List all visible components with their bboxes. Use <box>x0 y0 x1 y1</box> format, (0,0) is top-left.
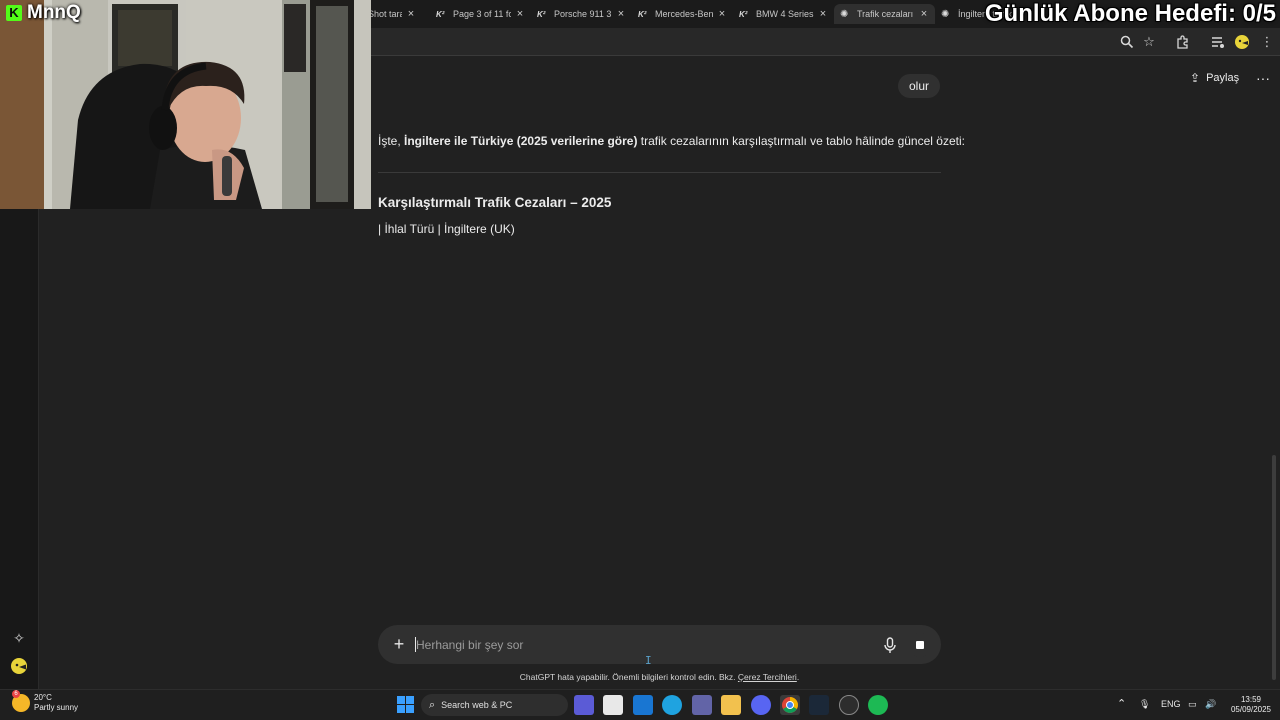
tab-title: Porsche 911 3. <box>554 9 612 19</box>
share-label: Paylaş <box>1206 72 1240 84</box>
kv-logo-icon: K² <box>537 9 546 19</box>
webcam-overlay: K MnnQ <box>0 0 371 209</box>
tab-title: Mercedes-Benz <box>655 9 713 19</box>
browser-tab-active[interactable]: ✺ Trafik cezaları × <box>834 4 935 24</box>
intro-bold: İngiltere ile Türkiye (2025 verilerine g… <box>404 134 638 148</box>
close-tab-icon[interactable]: × <box>814 8 832 20</box>
browser-tab[interactable]: Shot taral × <box>368 4 430 24</box>
openai-icon: ✺ <box>941 8 950 20</box>
weather-desc: Partly sunny <box>34 703 79 712</box>
tab-title: Page 3 of 11 fo <box>453 9 511 19</box>
weather-temp: 20°C <box>34 693 52 702</box>
weather-widget[interactable]: 6 20°C Partly sunny <box>12 690 79 713</box>
tab-title: Trafik cezaları <box>857 9 914 19</box>
partly-sunny-icon: 6 <box>12 690 30 712</box>
sparkle-icon[interactable]: ✧ <box>10 629 28 647</box>
webcam-image <box>0 0 371 209</box>
tab-strip: Shot taral × K² Page 3 of 11 fo × K² Por… <box>368 4 1036 24</box>
assistant-heading: Karşılaştırmalı Trafik Cezaları – 2025 <box>378 195 612 210</box>
chevron-up-icon[interactable]: ⌃ <box>1117 697 1126 710</box>
obs-icon[interactable] <box>839 695 859 715</box>
divider <box>378 172 941 173</box>
tab-title: Shot taral <box>368 9 402 19</box>
disclaimer-end: . <box>796 672 800 682</box>
store-icon[interactable] <box>603 695 623 715</box>
user-message-bubble: olur <box>898 74 941 98</box>
outlook-icon[interactable] <box>633 695 653 715</box>
microphone-icon[interactable] <box>880 635 900 655</box>
chrome-icon[interactable] <box>780 695 800 715</box>
intro-prefix: İşte, <box>378 134 405 148</box>
sidebar-rail: ✧ <box>0 209 39 689</box>
search-label: Search web & PC <box>441 700 513 710</box>
subscriber-goal-overlay: Günlük Abone Hedefi: 0/5 <box>984 0 1276 27</box>
assistant-intro-text: İşte, İngiltere ile Türkiye (2025 verile… <box>378 133 965 149</box>
profile-icon[interactable] <box>1234 34 1250 50</box>
language-indicator[interactable]: ENG <box>1161 699 1181 709</box>
taskbar-search[interactable]: ⌕ Search web & PC <box>421 694 568 716</box>
browser-tab[interactable]: K² BMW 4 Series × <box>733 4 834 24</box>
assistant-table-row: | İhlal Türü | İngiltere (UK) <box>378 222 515 236</box>
edge-icon[interactable] <box>662 695 682 715</box>
weather-badge: 6 <box>12 690 20 698</box>
media-icon[interactable] <box>1210 34 1226 50</box>
star-icon[interactable]: ☆ <box>1141 34 1157 50</box>
disclaimer-text: ChatGPT hata yapabilir. Önemli bilgileri… <box>519 672 738 682</box>
volume-icon[interactable]: 🔊 <box>1205 699 1216 710</box>
scrollbar[interactable] <box>1272 455 1276 680</box>
close-tab-icon[interactable]: × <box>915 8 933 20</box>
copilot-icon[interactable] <box>574 695 594 715</box>
openai-icon: ✺ <box>840 8 849 20</box>
message-composer: + <box>378 625 941 664</box>
close-tab-icon[interactable]: × <box>511 8 529 20</box>
stop-generating-button[interactable] <box>908 633 932 657</box>
close-tab-icon[interactable]: × <box>612 8 630 20</box>
intro-suffix: trafik cezalarının karşılaştırmalı ve ta… <box>637 134 965 148</box>
discord-icon[interactable] <box>751 695 771 715</box>
spotify-icon[interactable] <box>868 695 888 715</box>
clock-time: 13:59 <box>1240 695 1262 704</box>
zoom-icon[interactable] <box>1119 34 1135 50</box>
channel-brand: K MnnQ <box>6 2 81 24</box>
browser-tab[interactable]: K² Page 3 of 11 fo × <box>430 4 531 24</box>
steam-icon[interactable] <box>809 695 829 715</box>
browser-tab[interactable]: K² Porsche 911 3. × <box>531 4 632 24</box>
kv-logo-icon: K² <box>436 9 445 19</box>
disclaimer: ChatGPT hata yapabilir. Önemli bilgileri… <box>378 672 941 682</box>
prompt-input[interactable] <box>416 634 836 656</box>
menu-icon[interactable]: ⋮ <box>1259 34 1275 50</box>
windows-taskbar: 6 20°C Partly sunny ⌕ Search web & PC ⌃ … <box>0 689 1280 720</box>
stop-icon <box>916 641 924 649</box>
kv-logo-icon: K² <box>739 9 748 19</box>
kv-logo-icon: K² <box>638 9 647 19</box>
close-tab-icon[interactable]: × <box>402 8 420 20</box>
share-button[interactable]: ⇪ Paylaş <box>1190 68 1239 88</box>
close-tab-icon[interactable]: × <box>713 8 731 20</box>
share-icon: ⇪ <box>1190 71 1201 85</box>
clock-date: 05/09/2025 <box>1230 705 1272 714</box>
windows-start-icon[interactable] <box>397 696 414 713</box>
network-icon[interactable]: ▭ <box>1188 699 1197 710</box>
more-options-icon[interactable]: ··· <box>1254 68 1272 88</box>
tab-title: BMW 4 Series <box>756 9 814 19</box>
cookie-preferences-link[interactable]: Çerez Tercihleri <box>738 672 797 682</box>
kick-logo-icon: K <box>6 5 22 21</box>
teams-icon[interactable] <box>692 695 712 715</box>
file-explorer-icon[interactable] <box>721 695 741 715</box>
plus-icon[interactable]: + <box>390 634 408 654</box>
browser-tab[interactable]: K² Mercedes-Benz × <box>632 4 733 24</box>
search-icon: ⌕ <box>429 698 436 711</box>
channel-name: MnnQ <box>27 2 81 23</box>
clock[interactable]: 13:59 05/09/2025 <box>1226 695 1276 715</box>
mouse-cursor-icon: I <box>645 654 652 667</box>
microphone-tray-icon[interactable]: 🎙 <box>1139 699 1150 710</box>
extensions-icon[interactable] <box>1175 34 1191 50</box>
avatar[interactable] <box>10 657 28 675</box>
